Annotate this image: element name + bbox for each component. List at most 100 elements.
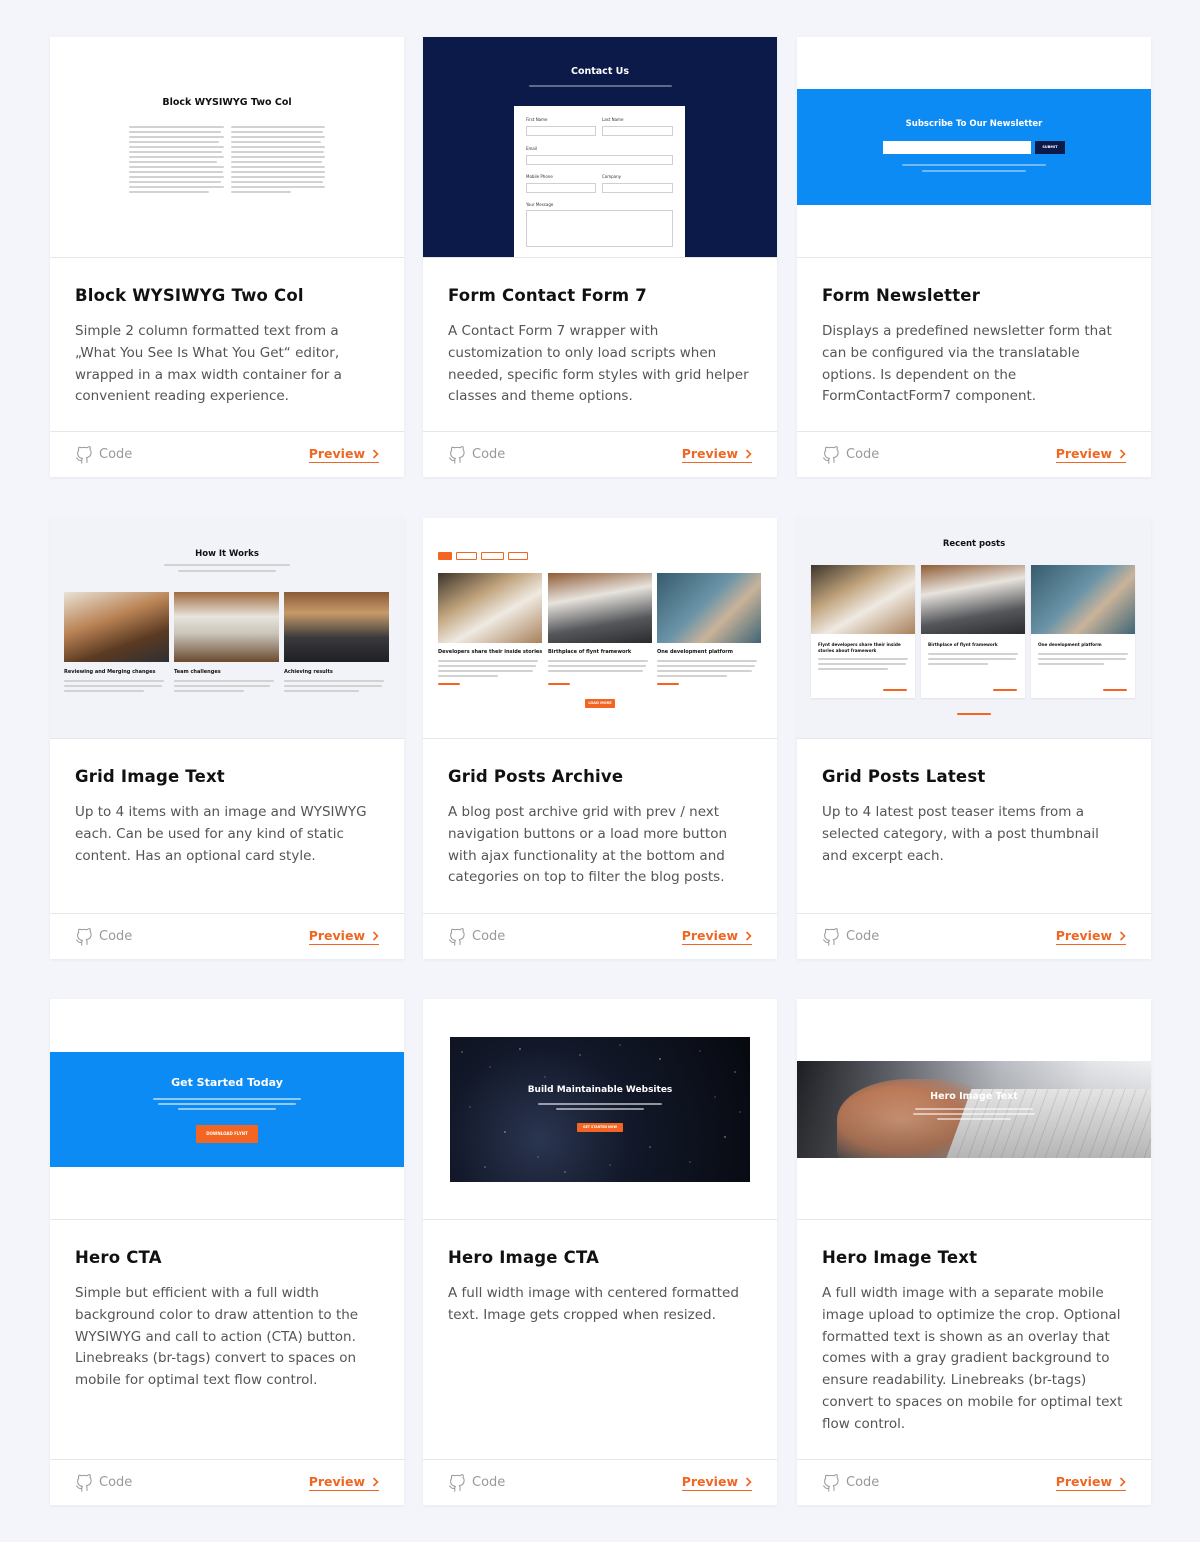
component-card: Hero Image Text Hero Image Text A full w… — [797, 999, 1151, 1505]
preview-link[interactable]: Preview — [1055, 928, 1126, 945]
card-footer: Code Preview — [423, 913, 777, 959]
preview-link[interactable]: Preview — [681, 1474, 752, 1491]
code-link[interactable]: Code — [448, 445, 506, 464]
card-description: Displays a predefined newsletter form th… — [822, 323, 1112, 405]
code-label: Code — [472, 447, 506, 462]
preview-label: Preview — [1055, 1474, 1112, 1489]
card-title: Block WYSIWYG Two Col — [75, 286, 304, 305]
component-card: Recent posts Flynt developers share thei… — [797, 518, 1151, 959]
preview-link[interactable]: Preview — [308, 928, 379, 945]
get-started-button: GET STARTED NOW — [577, 1123, 623, 1132]
thumb-item-title: Developers share their inside stories — [438, 649, 543, 655]
thumb-item-title: One development platform — [1038, 642, 1102, 647]
message-label: Your Message — [526, 202, 554, 207]
card-title: Grid Image Text — [75, 767, 225, 786]
preview-link[interactable]: Preview — [308, 1474, 379, 1491]
chevron-right-icon — [745, 1476, 752, 1487]
thumb-image — [548, 573, 652, 643]
component-card: How It Works Reviewing and Merging chang… — [50, 518, 404, 959]
code-link[interactable]: Code — [822, 927, 879, 946]
code-link[interactable]: Code — [75, 927, 132, 946]
chevron-right-icon — [372, 448, 379, 459]
card-description: A full width image with centered formatt… — [448, 1285, 739, 1323]
thumb-item-title: Birthplace of flynt framework — [928, 642, 998, 647]
preview-label: Preview — [681, 446, 738, 461]
code-link[interactable]: Code — [822, 445, 880, 464]
thumb-image — [438, 573, 542, 643]
card-footer: Code Preview — [797, 913, 1151, 959]
last-name-label: Last Name — [602, 117, 624, 122]
preview-link[interactable]: Preview — [1055, 446, 1126, 463]
company-input — [602, 183, 673, 193]
thumb-heading: Contact Us — [570, 66, 630, 77]
thumb-heading: Hero Image Text — [930, 1091, 1018, 1102]
hero-image: Build Maintainable Websites GET STARTED … — [450, 1037, 750, 1182]
code-link[interactable]: Code — [75, 1473, 132, 1492]
card-footer: Code Preview — [797, 1459, 1151, 1505]
newsletter-banner: Subscribe To Our Newsletter SUBMIT — [797, 89, 1151, 205]
github-icon — [448, 445, 465, 464]
thumb-heading: Subscribe To Our Newsletter — [905, 119, 1043, 129]
preview-thumbnail[interactable]: Build Maintainable Websites GET STARTED … — [423, 999, 777, 1220]
post-card: One development platform — [1031, 565, 1135, 698]
thumb-image — [284, 592, 389, 662]
thumb-item-title: Reviewing and Merging changes — [64, 669, 156, 675]
card-footer: Code Preview — [797, 431, 1151, 477]
code-link[interactable]: Code — [448, 1473, 506, 1492]
company-label: Company — [602, 174, 622, 179]
thumb-item-title: One development platform — [657, 649, 733, 655]
card-footer: Code Preview — [50, 913, 404, 959]
preview-thumbnail[interactable]: Get Started Today DOWNLOAD FLYNT — [50, 999, 404, 1220]
chevron-right-icon — [1119, 448, 1126, 459]
github-icon — [75, 445, 92, 464]
post-card: Flynt developers share their inside stor… — [811, 565, 915, 698]
code-link[interactable]: Code — [822, 1473, 879, 1492]
cta-banner: Get Started Today DOWNLOAD FLYNT — [50, 1052, 404, 1167]
preview-label: Preview — [681, 1474, 738, 1489]
thumb-heading: How It Works — [195, 549, 259, 559]
card-footer: Code Preview — [50, 1459, 404, 1505]
thumb-heading: Recent posts — [942, 539, 1006, 549]
preview-link[interactable]: Preview — [681, 928, 752, 945]
preview-link[interactable]: Preview — [1055, 1474, 1126, 1491]
contact-form-preview: First Name Last Name Email Mobile Phone … — [514, 106, 685, 257]
card-title: Hero Image Text — [822, 1248, 978, 1267]
github-icon — [822, 445, 839, 464]
card-footer: Code Preview — [50, 431, 404, 477]
preview-thumbnail[interactable]: How It Works Reviewing and Merging chang… — [50, 518, 404, 739]
card-footer: Code Preview — [423, 431, 777, 477]
thumb-heading: Get Started Today — [171, 1076, 283, 1089]
card-title: Form Newsletter — [822, 286, 981, 305]
card-description: A blog post archive grid with prev / nex… — [448, 804, 728, 886]
preview-thumbnail[interactable]: Contact Us First Name Last Name Email Mo… — [423, 37, 777, 258]
preview-thumbnail[interactable]: Hero Image Text — [797, 999, 1151, 1220]
preview-thumbnail[interactable]: Developers share their inside stories Bi… — [423, 518, 777, 739]
code-label: Code — [846, 447, 880, 462]
preview-link[interactable]: Preview — [308, 446, 379, 463]
chevron-right-icon — [745, 448, 752, 459]
component-card: Build Maintainable Websites GET STARTED … — [423, 999, 777, 1505]
github-icon — [75, 927, 92, 946]
newsletter-submit-button: SUBMIT — [1035, 141, 1065, 154]
code-label: Code — [472, 1475, 506, 1490]
hero-image: Hero Image Text — [797, 1061, 1151, 1158]
preview-label: Preview — [308, 1474, 365, 1489]
thumb-heading: Block WYSIWYG Two Col — [162, 97, 292, 108]
card-title: Grid Posts Archive — [448, 767, 624, 786]
card-description: A full width image with a separate mobil… — [822, 1285, 1123, 1432]
preview-link[interactable]: Preview — [681, 446, 752, 463]
code-label: Code — [472, 929, 506, 944]
preview-thumbnail[interactable]: Subscribe To Our Newsletter SUBMIT — [797, 37, 1151, 258]
code-link[interactable]: Code — [448, 927, 506, 946]
code-link[interactable]: Code — [75, 445, 132, 464]
preview-thumbnail[interactable]: Block WYSIWYG Two Col — [50, 37, 404, 258]
github-icon — [448, 927, 465, 946]
preview-thumbnail[interactable]: Recent posts Flynt developers share thei… — [797, 518, 1151, 739]
preview-label: Preview — [1055, 928, 1112, 943]
chevron-right-icon — [372, 930, 379, 941]
thumb-heading: Build Maintainable Websites — [527, 1085, 673, 1095]
chevron-right-icon — [1119, 1476, 1126, 1487]
component-card: Get Started Today DOWNLOAD FLYNT Hero CT… — [50, 999, 404, 1505]
card-description: Simple but efficient with a full width b… — [75, 1285, 359, 1389]
message-textarea — [526, 210, 673, 247]
